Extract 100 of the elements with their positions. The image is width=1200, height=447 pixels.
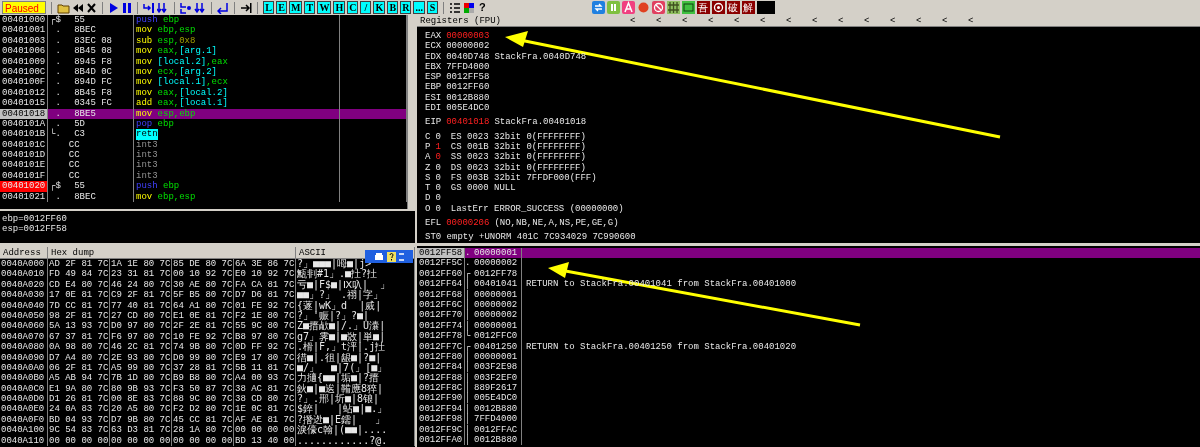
scroll-marker[interactable]: <	[734, 15, 760, 26]
window-button[interactable]: H	[333, 1, 346, 14]
address-cell: 0040101A	[0, 118, 48, 130]
swirl-icon[interactable]	[712, 1, 725, 14]
window-button[interactable]: E	[276, 1, 287, 14]
address-cell: 00401018	[0, 108, 48, 119]
ascii-text: 徣■|.徂|龈■|?■|	[296, 352, 415, 363]
flag-name: D	[425, 193, 431, 204]
scroll-marker[interactable]: <	[786, 15, 812, 26]
jump-marker: .	[55, 118, 61, 129]
hex-bytes: 01 FE 92 7C	[234, 300, 296, 311]
return-icon[interactable]	[217, 1, 229, 14]
hex-bytes: 38 CD 80 7C	[234, 394, 296, 405]
trace-over-icon[interactable]	[194, 1, 206, 14]
pause-icon[interactable]	[121, 1, 132, 14]
hex-bytes: F2 D2 80 7C	[172, 404, 234, 415]
step-over-icon[interactable]	[157, 1, 169, 14]
forbidden-icon[interactable]	[652, 1, 665, 14]
trace-into-icon[interactable]	[180, 1, 192, 14]
close-icon[interactable]	[86, 1, 97, 14]
opcode-bytes: C3	[73, 129, 85, 140]
scroll-marker[interactable]: <	[760, 15, 786, 26]
window-button[interactable]: K	[373, 1, 386, 14]
window-button[interactable]: T	[304, 1, 316, 14]
plugin-button[interactable]: 吾	[697, 1, 710, 14]
window-button[interactable]: /	[360, 1, 372, 14]
column-header[interactable]: Hex dump	[48, 247, 296, 259]
register-comment: StackFra.00401018	[494, 117, 587, 128]
list-icon[interactable]	[449, 1, 461, 14]
play-icon[interactable]	[108, 1, 119, 14]
window-button[interactable]: S	[427, 1, 438, 14]
minimize-icon[interactable]	[399, 251, 404, 262]
mnemonic: int3	[136, 160, 158, 171]
window-button[interactable]: W	[317, 1, 332, 14]
ascii-text: 力擿{■■|垢■|?搢	[296, 373, 415, 384]
opcode-bytes: CC	[68, 170, 80, 182]
window-button[interactable]: ...	[413, 1, 425, 14]
scroll-marker[interactable]: <	[838, 15, 864, 26]
window-button[interactable]: C	[347, 1, 359, 14]
scroll-marker[interactable]: <	[864, 15, 890, 26]
letter-a-icon[interactable]	[622, 1, 635, 14]
plugin-button[interactable]: 解	[742, 1, 755, 14]
scrollbar[interactable]	[407, 15, 415, 209]
address-cell: 0012FF68	[417, 289, 465, 300]
operands: [local.2],eax	[157, 56, 228, 67]
ascii-text: Z■搢欳■|/.」U灢|	[296, 321, 415, 332]
help-button[interactable]: ?	[477, 1, 488, 14]
column-header[interactable]: Address	[0, 247, 48, 259]
palette-icon[interactable]	[463, 1, 475, 14]
rewind-icon[interactable]	[72, 1, 84, 14]
terminal-icon[interactable]	[682, 1, 695, 14]
info-line: esp=0012FF58	[2, 224, 68, 235]
scroll-marker[interactable]: <	[968, 15, 994, 26]
scroll-marker[interactable]: <	[708, 15, 734, 26]
plugin-button[interactable]: 破	[727, 1, 740, 14]
scroll-marker[interactable]: <	[682, 15, 708, 26]
step-into-icon[interactable]	[143, 1, 155, 14]
opcode-bytes: 8B45 F8	[73, 87, 113, 99]
scroll-marker[interactable]: <	[656, 15, 682, 26]
frame-marker: .	[465, 248, 472, 259]
stack-value: 0012B880	[472, 403, 522, 415]
selected-row[interactable]: 00401018 . 8BE5 mov esp,ebp	[0, 108, 407, 119]
goto-icon[interactable]	[240, 1, 252, 14]
hex-bytes: 37 28 81 7C	[172, 362, 234, 374]
register-name: EDI	[425, 103, 442, 114]
opcode-bytes: 55	[73, 181, 85, 192]
register-value: 005E4DC0	[446, 103, 490, 114]
jump-marker: ┌$	[50, 15, 61, 26]
window-button[interactable]: B	[387, 1, 399, 14]
address-cell: 0012FF6C	[417, 299, 465, 311]
flag-name: T	[425, 183, 431, 194]
help-icon[interactable]	[387, 251, 396, 262]
window-button[interactable]: R	[400, 1, 412, 14]
scroll-marker[interactable]: <	[890, 15, 916, 26]
scroll-marker[interactable]: <	[630, 15, 656, 26]
operands: esp,ebp	[157, 108, 196, 119]
selected-row[interactable]: 0012FF58 . 00000001	[417, 248, 1200, 259]
window-button[interactable]: L	[263, 1, 274, 14]
hex-bytes: 74 9B 80 7C	[172, 342, 234, 353]
address-cell: 00401001	[0, 25, 48, 36]
stack-value: 00000002	[472, 258, 522, 269]
scroll-marker[interactable]: <	[916, 15, 942, 26]
jump-marker: .	[54, 108, 61, 119]
jump-marker: ┌$	[50, 181, 61, 192]
scroll-marker[interactable]: <	[812, 15, 838, 26]
hex-bytes: A5 99 80 7C	[110, 362, 172, 374]
frame-marker: ┌	[465, 341, 472, 352]
mnemonic: mov	[136, 191, 153, 203]
fence-icon[interactable]	[667, 1, 680, 14]
stack-value: 00000001	[472, 351, 522, 363]
print-icon[interactable]	[374, 252, 384, 261]
scroll-marker[interactable]: <	[942, 15, 968, 26]
mnemonic: mov	[136, 66, 153, 78]
stack-value: 00401250	[472, 341, 522, 352]
record-icon[interactable]	[637, 1, 650, 14]
color-swatch[interactable]	[757, 1, 775, 14]
address-cell: 0012FF60	[417, 268, 465, 280]
window-button[interactable]: M	[289, 1, 303, 14]
refresh-icon[interactable]	[592, 1, 605, 14]
flag-detail: CS 001B 32bit 0(FFFFFFFF)	[450, 141, 586, 152]
